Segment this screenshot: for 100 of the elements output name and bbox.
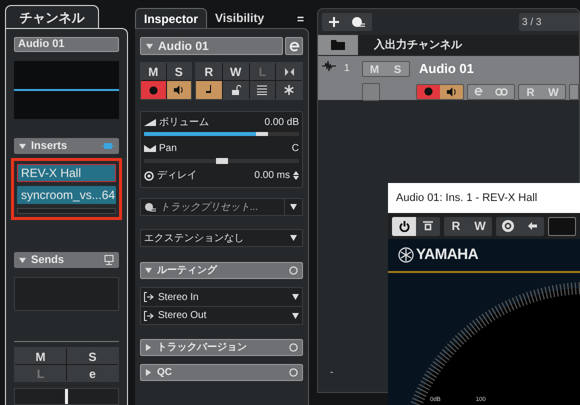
routing-dropdown[interactable]: Stereo In [141,288,302,306]
record-icon [148,86,158,94]
lanes-icon [257,85,268,95]
collapse-button[interactable] [276,63,302,80]
asterisk-icon [284,85,294,95]
triangle-down-icon [146,42,153,50]
track-name-field[interactable]: Audio 01 [14,37,119,52]
port-arrow-icon [144,310,154,320]
inspector-tab[interactable]: Inspector [135,8,208,28]
lock-icon [230,85,241,95]
sends-label: Sends [31,252,66,268]
preset-field[interactable] [548,216,576,236]
folder-icon [331,40,345,50]
monitor-button[interactable] [166,81,191,99]
track-button[interactable]: M [141,63,166,80]
folder-name: 入出力チャンネル [374,38,462,53]
track-button[interactable] [569,84,579,100]
channel-button[interactable]: e [67,365,118,381]
link-icon [495,88,508,96]
bypass-button[interactable] [416,216,440,236]
section-icon [289,368,298,377]
track-button[interactable]: W [222,63,248,80]
monitor-button[interactable] [440,84,463,98]
record-icon [424,87,433,96]
menu-button[interactable]: = [296,10,309,28]
dropdown-icon [292,294,299,300]
add-icon [328,17,339,27]
volume-slider[interactable] [144,132,299,136]
speaker-icon [173,85,184,95]
track-button[interactable]: R [196,63,222,80]
sends-header[interactable]: Sends [14,252,119,268]
triangle-down-icon [145,267,152,274]
delay-value: 0.00 ms [254,169,290,183]
track-name-header[interactable]: Audio 01 [140,37,283,55]
record-button[interactable] [417,84,440,98]
insert-slot[interactable]: REV-X Hall [17,164,116,182]
delay-label: ディレイ [157,169,198,183]
track-name: Audio 01 [158,38,209,55]
preset-icon [352,17,366,27]
port-arrow-icon [144,292,154,302]
pan-icon [144,145,156,152]
lanes-button[interactable] [250,81,276,99]
inserts-header[interactable]: Inserts [14,138,119,154]
lock-button[interactable] [222,81,248,99]
plugin-window-title: Audio 01: Ins. 1 - REV-X Hall [396,190,538,206]
preset-icon [145,202,156,212]
pan-label: Pan [159,142,178,156]
track-row[interactable]: 1 M S Audio 01 R W [318,56,579,100]
track-name: Audio 01 [419,60,474,78]
extension-dropdown[interactable]: エクステンションなし [140,229,303,247]
track-color-box[interactable] [362,82,380,100]
section-header[interactable]: トラックバージョン [140,339,303,356]
dash-marker: - [330,366,334,380]
e-icon [288,40,300,52]
track-number: 1 [344,62,350,76]
dropdown-icon [290,235,297,241]
track-button[interactable]: S [166,63,191,80]
routing-dropdown[interactable]: Stereo Out [141,306,302,324]
track-counter: 3 / 3 [519,13,579,31]
freeze-button[interactable] [276,81,302,99]
volume-value: 0.00 dB [264,116,299,130]
dropdown-icon [292,312,299,318]
section-header[interactable]: QC [140,364,303,381]
dropdown-icon [290,204,297,210]
bypass-icon [423,221,433,231]
channel-tab[interactable]: チャンネル [5,5,99,29]
section-icon [289,343,298,352]
track-preset-placeholder: トラックプリセット... [160,200,260,214]
edit-button[interactable] [285,37,303,55]
spin-arrows-icon [293,171,299,180]
triangle-down-icon [19,142,26,150]
arrow-left-icon [528,222,536,230]
inserts-label: Inserts [31,138,68,154]
monitor-icon [104,255,114,265]
volume-icon [144,119,156,126]
triangle-down-icon [19,256,26,264]
e-icon [474,87,483,96]
power-button[interactable] [392,216,416,236]
power-icon [398,220,410,232]
insert-slot[interactable]: syncroom_vs...64 [17,186,116,204]
inspector-tab[interactable]: Visibility [207,8,272,28]
timebase-button[interactable] [196,81,222,99]
triangle-right-icon [145,369,152,376]
yamaha-logo: YAMAHA [416,244,478,265]
a-circle-icon [502,220,514,232]
channel-button[interactable]: S [67,348,118,364]
automation-button[interactable]: W [468,216,492,236]
track-preset-field[interactable]: トラックプリセット... [140,198,303,216]
section-icon [289,266,298,275]
record-button[interactable] [141,81,166,99]
volume-label: ボリューム [159,116,210,130]
automation-button[interactable]: R [444,216,468,236]
delay-icon [144,170,154,180]
plugin-icon [102,142,114,150]
speaker-icon [446,86,457,96]
channel-button[interactable]: M [15,348,66,364]
section-header[interactable]: ルーティング [140,262,303,279]
triangle-right-icon [145,344,152,351]
pan-value: C [292,142,299,156]
waveform-icon [322,61,336,71]
